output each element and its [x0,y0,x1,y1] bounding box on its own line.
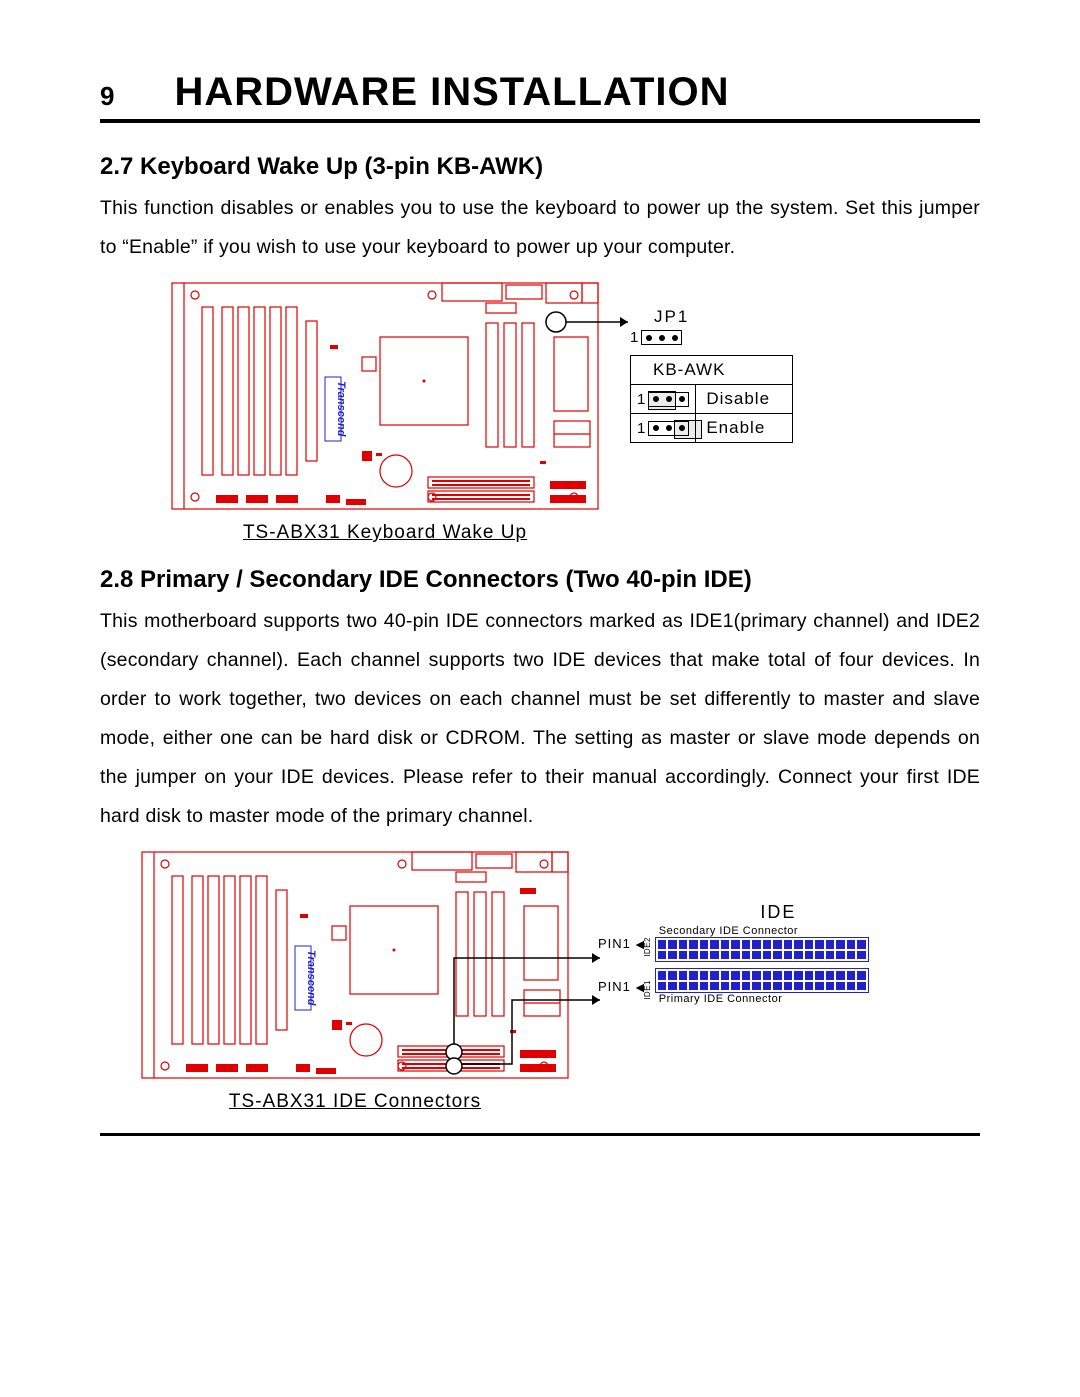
bottom-rule [100,1133,980,1136]
enable-label: Enable [696,414,792,442]
primary-ide-label: Primary IDE Connector [659,993,869,1005]
jp1-settings-table: KB-AWK 1 Disable 1 [630,355,793,443]
section-2-8-heading: 2.8 Primary / Secondary IDE Connectors (… [100,566,980,594]
disable-label: Disable [696,385,792,413]
pin-1-marker: 1 [637,420,645,437]
motherboard-diagram-1: Transcend [170,281,600,516]
secondary-ide-connector-icon [655,937,869,962]
section-2-7-heading: 2.7 Keyboard Wake Up (3-pin KB-AWK) [100,153,980,181]
kbawk-header: KB-AWK [643,356,739,384]
figure-kbawk: Transcend [100,281,980,544]
ide2-side-label: IDE2 [643,937,652,957]
figure-ide: Transcend [100,850,980,1113]
figure-2-caption: TS-ABX31 IDE Connectors [140,1091,570,1113]
svg-text:Transcend: Transcend [305,950,317,1006]
ide-connector-legend: IDE PIN1 ◄ IDE2 Secondary IDE Connector … [598,902,869,1008]
pin1-label: PIN1 [598,936,631,951]
page-number: 9 [100,81,114,112]
section-2-7-body: This function disables or enables you to… [100,189,980,267]
jumper-enable-icon [648,421,689,436]
motherboard-diagram-2: Transcend [140,850,570,1085]
jumper-disable-icon [648,392,689,407]
brand-label: Transcend [335,381,347,437]
pin-1-marker: 1 [637,391,645,408]
pin1-label: PIN1 [598,979,631,994]
ide-title: IDE [688,902,869,923]
chapter-title: HARDWARE INSTALLATION [174,70,729,115]
primary-ide-connector-icon [655,968,869,993]
ide1-side-label: IDE1 [643,980,652,1000]
secondary-ide-label: Secondary IDE Connector [659,925,869,937]
header-row: 9 HARDWARE INSTALLATION [100,70,980,123]
figure-1-caption: TS-ABX31 Keyboard Wake Up [170,522,600,544]
section-2-8-body: This motherboard supports two 40-pin IDE… [100,602,980,836]
